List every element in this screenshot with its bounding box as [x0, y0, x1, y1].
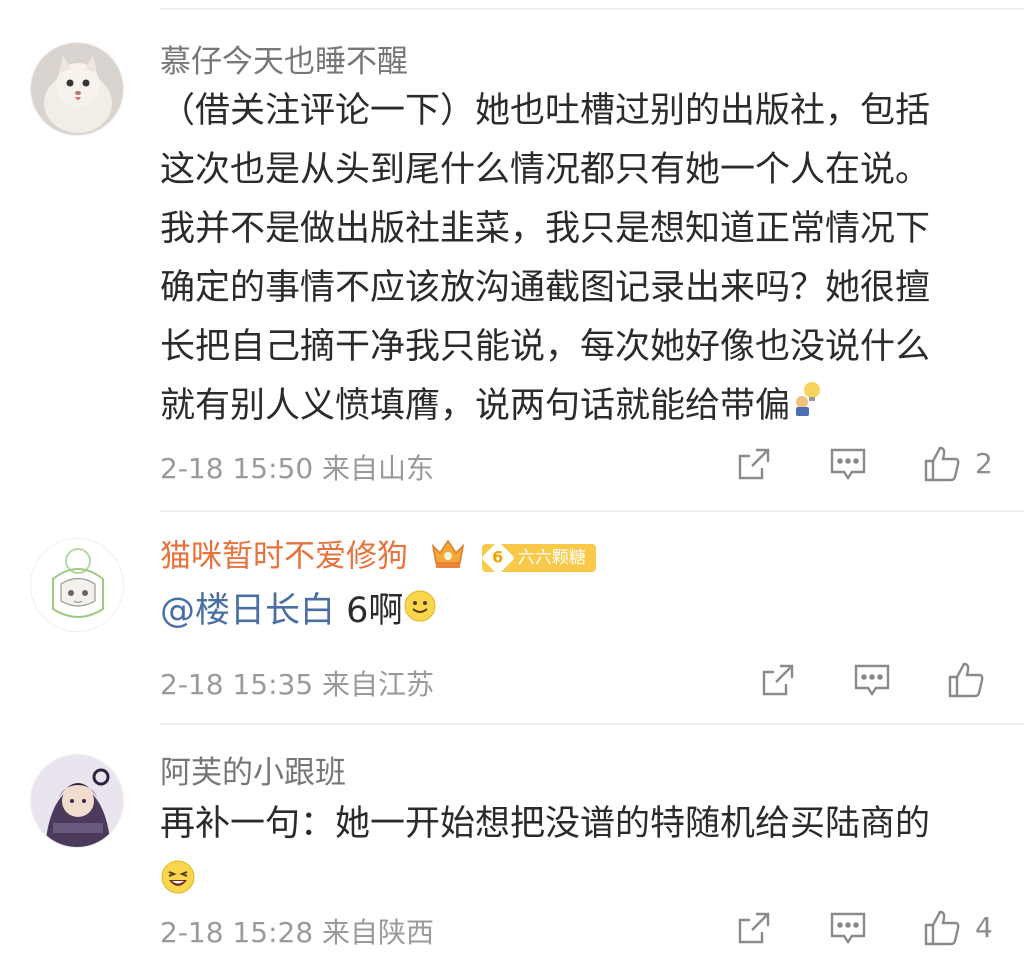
share-icon[interactable] [734, 908, 774, 948]
username-row: 猫咪暂时不爱修狗 6 六六颗糖 [160, 536, 596, 580]
comment-line: （借关注评论一下）她也吐槽过别的出版社，包括 [160, 91, 931, 131]
like-icon[interactable] [946, 660, 986, 700]
fan-badge[interactable]: 6 六六颗糖 [480, 541, 596, 575]
comment-line [160, 854, 990, 914]
lightbulb-guy-emoji [790, 378, 824, 437]
comment-line-text: 6啊 [335, 591, 404, 631]
comment-line: 再补一句：她一开始想把没谱的特随机给买陆商的 [160, 804, 931, 844]
comment-meta: 2-18 15:28 来自陕西 [160, 916, 435, 949]
username[interactable]: 慕仔今天也睡不醒 [160, 42, 408, 82]
comment-text: 再补一句：她一开始想把没谱的特随机给买陆商的 [160, 795, 990, 914]
comment-divider [160, 723, 1024, 725]
comment-text: @楼日长白 6啊 [160, 582, 990, 642]
laugh-emoji [160, 855, 196, 914]
avatar[interactable] [30, 42, 124, 136]
crown-badge-icon [430, 536, 466, 580]
comment-line: 长把自己摘干净我只能说，每次她好像也没说什么 [160, 327, 931, 367]
comment-line: 我并不是做出版社韭菜，我只是想知道正常情况下 [160, 209, 931, 249]
comment-icon[interactable] [828, 908, 868, 948]
top-divider [160, 8, 1024, 10]
comment-line: 就有别人义愤填膺，说两句话就能给带偏 [160, 377, 990, 437]
fan-level: 6 [480, 541, 515, 575]
comment-line: 确定的事情不应该放沟通截图记录出来吗？她很擅 [160, 268, 931, 308]
comment-icon[interactable] [828, 444, 868, 484]
like-count: 4 [975, 911, 993, 944]
comment-line-text: 就有别人义愤填膺，说两句话就能给带偏 [160, 386, 791, 426]
username[interactable]: 猫咪暂时不爱修狗 [160, 539, 408, 575]
comment-divider [160, 510, 1024, 512]
fan-badge-label: 六六颗糖 [517, 548, 586, 568]
avatar[interactable] [30, 754, 124, 848]
share-icon[interactable] [758, 660, 798, 700]
like-icon[interactable] [922, 908, 962, 948]
comment-meta: 2-18 15:50 来自山东 [160, 452, 435, 485]
like-count: 2 [975, 447, 993, 480]
comment-line: 这次也是从头到尾什么情况都只有她一个人在说。 [160, 150, 931, 190]
comment-meta: 2-18 15:35 来自江苏 [160, 668, 435, 701]
comment-text: （借关注评论一下）她也吐槽过别的出版社，包括 这次也是从头到尾什么情况都只有她一… [160, 82, 990, 437]
share-icon[interactable] [734, 444, 774, 484]
like-icon[interactable] [922, 444, 962, 484]
mention-link[interactable]: @楼日长白 [160, 591, 335, 631]
avatar[interactable] [30, 538, 124, 632]
comment-icon[interactable] [852, 660, 892, 700]
username[interactable]: 阿芙的小跟班 [160, 753, 346, 793]
smile-emoji [403, 583, 437, 642]
